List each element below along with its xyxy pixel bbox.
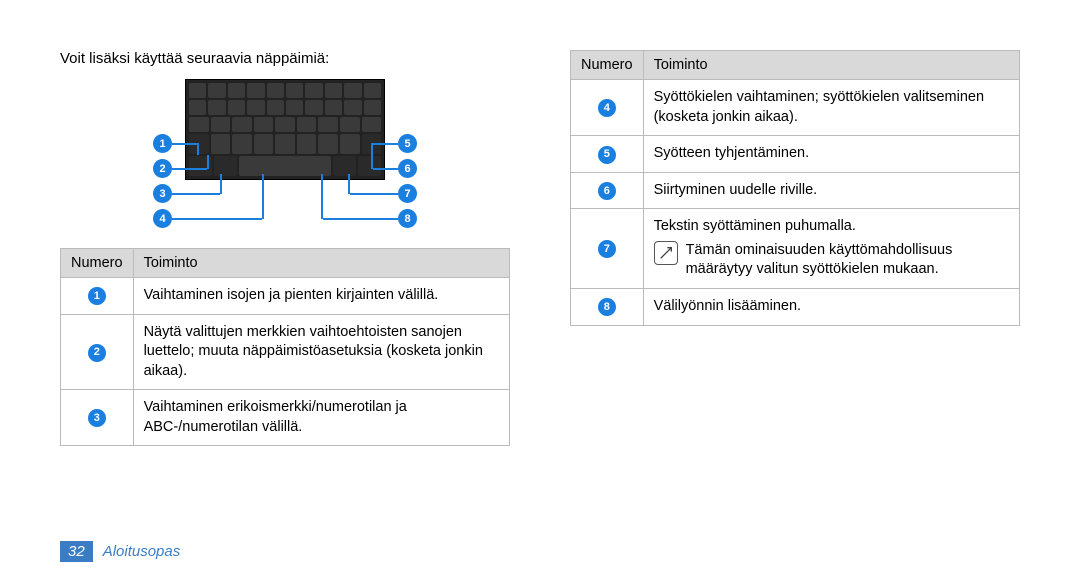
table-row: 8 Välilyönnin lisääminen.	[571, 288, 1020, 325]
callout-3: 3	[153, 184, 172, 203]
row-desc-3: Vaihtaminen erikoismerkki/numerotilan ja…	[133, 390, 509, 446]
table-row: 7 Tekstin syöttäminen puhumalla. Tämän o…	[571, 209, 1020, 289]
callout-6: 6	[398, 159, 417, 178]
row-bubble-2: 2	[88, 344, 106, 362]
row-desc-2: Näytä valittujen merkkien vaihtoehtoiste…	[133, 314, 509, 390]
row-bubble-8: 8	[598, 298, 616, 316]
table-row: 1 Vaihtaminen isojen ja pienten kirjaint…	[61, 278, 510, 315]
callout-2: 2	[153, 159, 172, 178]
row-bubble-3: 3	[88, 409, 106, 427]
note-icon	[654, 241, 678, 265]
callout-7: 7	[398, 184, 417, 203]
col-header-toiminto: Toiminto	[643, 51, 1019, 80]
keyboard-diagram: 1 2 3 4 5 6 7 8	[155, 79, 415, 230]
legend-table-left: Numero Toiminto 1 Vaihtaminen isojen ja …	[60, 248, 510, 446]
col-header-numero: Numero	[571, 51, 644, 80]
table-row: 2 Näytä valittujen merkkien vaihtoehtois…	[61, 314, 510, 390]
row-bubble-6: 6	[598, 182, 616, 200]
row-desc-4: Syöttökielen vaihtaminen; syöttökielen v…	[643, 80, 1019, 136]
row-desc-8: Välilyönnin lisääminen.	[643, 288, 1019, 325]
row-bubble-7: 7	[598, 240, 616, 258]
row-desc-7b: Tämän ominaisuuden käyttömahdollisuus mä…	[686, 241, 1009, 280]
col-header-toiminto: Toiminto	[133, 249, 509, 278]
table-row: 4 Syöttökielen vaihtaminen; syöttökielen…	[571, 80, 1020, 136]
callout-8: 8	[398, 209, 417, 228]
table-row: 5 Syötteen tyhjentäminen.	[571, 136, 1020, 173]
row-bubble-1: 1	[88, 287, 106, 305]
table-row: 6 Siirtyminen uudelle riville.	[571, 172, 1020, 209]
page-footer: 32 Aloitusopas	[60, 541, 180, 562]
legend-table-right: Numero Toiminto 4 Syöttökielen vaihtamin…	[570, 50, 1020, 326]
callout-5: 5	[398, 134, 417, 153]
row-bubble-5: 5	[598, 146, 616, 164]
page-number: 32	[60, 541, 93, 562]
row-desc-7a: Tekstin syöttäminen puhumalla.	[654, 217, 1009, 237]
col-header-numero: Numero	[61, 249, 134, 278]
row-desc-6: Siirtyminen uudelle riville.	[643, 172, 1019, 209]
row-bubble-4: 4	[598, 99, 616, 117]
callout-4: 4	[153, 209, 172, 228]
section-name: Aloitusopas	[103, 543, 181, 560]
callout-1: 1	[153, 134, 172, 153]
row-desc-1: Vaihtaminen isojen ja pienten kirjainten…	[133, 278, 509, 315]
table-row: 3 Vaihtaminen erikoismerkki/numerotilan …	[61, 390, 510, 446]
intro-text: Voit lisäksi käyttää seuraavia näppäimiä…	[60, 50, 510, 67]
row-desc-5: Syötteen tyhjentäminen.	[643, 136, 1019, 173]
